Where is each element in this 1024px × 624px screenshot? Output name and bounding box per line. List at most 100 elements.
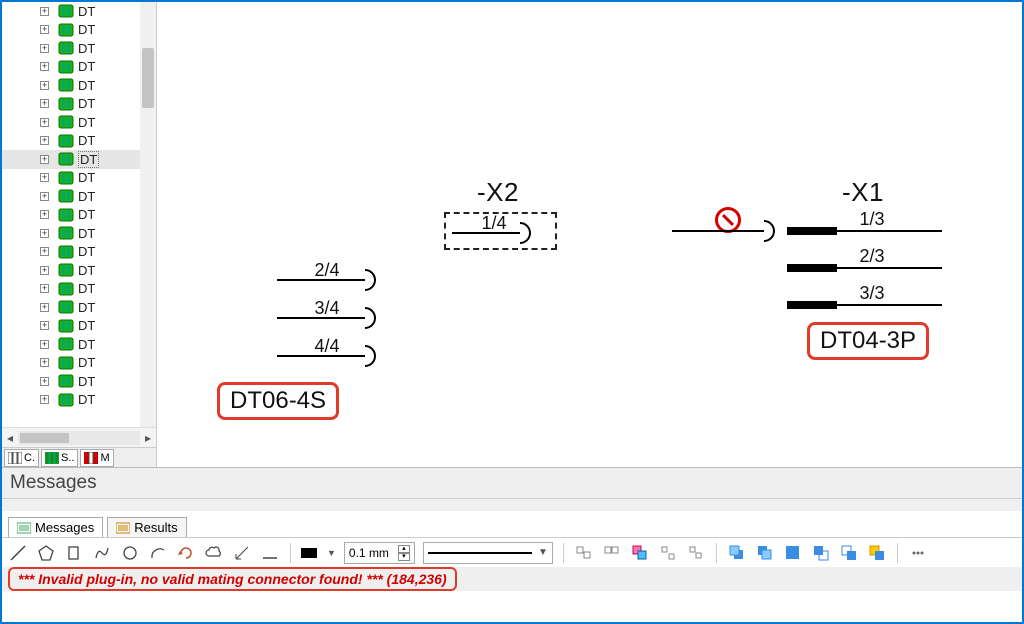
- align-tool-icon[interactable]: [686, 543, 706, 563]
- align-tool-icon[interactable]: [658, 543, 678, 563]
- tree-expander-icon[interactable]: +: [40, 136, 49, 145]
- rotate-tool-icon[interactable]: [176, 543, 196, 563]
- tree-expander-icon[interactable]: +: [40, 303, 49, 312]
- cloud-tool-icon[interactable]: [204, 543, 224, 563]
- spline-tool-icon[interactable]: [92, 543, 112, 563]
- tree-expander-icon[interactable]: +: [40, 118, 49, 127]
- tree-tab-label: S..: [61, 452, 74, 464]
- tree-expander-icon[interactable]: +: [40, 210, 49, 219]
- tab-messages[interactable]: Messages: [8, 517, 103, 537]
- tree-item[interactable]: + DT: [2, 95, 156, 114]
- tree-item[interactable]: + DT: [2, 21, 156, 40]
- tree-expander-icon[interactable]: +: [40, 247, 49, 256]
- line-width-value: 0.1 mm: [349, 546, 389, 560]
- tree-expander-icon[interactable]: +: [40, 173, 49, 182]
- connector-icon: [58, 78, 74, 92]
- tab-results[interactable]: Results: [107, 517, 186, 537]
- tree-tab-s[interactable]: S..: [41, 449, 78, 467]
- group-tool-icon[interactable]: [630, 543, 650, 563]
- tree-item[interactable]: +DT: [2, 113, 156, 132]
- tree-item-label: DT: [78, 96, 95, 111]
- circle-tool-icon[interactable]: [120, 543, 140, 563]
- connector-icon: [58, 374, 74, 388]
- tree-item-label: DT: [78, 41, 95, 56]
- tree-expander-icon[interactable]: +: [40, 229, 49, 238]
- tree-item[interactable]: +DT: [2, 187, 156, 206]
- scroll-right-arrow[interactable]: ▸: [140, 430, 156, 446]
- tree-vertical-scrollbar[interactable]: [140, 2, 156, 427]
- more-tools-icon[interactable]: [908, 543, 928, 563]
- connector-icon: [58, 337, 74, 351]
- send-back-icon[interactable]: [755, 543, 775, 563]
- tree-expander-icon[interactable]: +: [40, 192, 49, 201]
- tree-item[interactable]: +DT: [2, 354, 156, 373]
- connector-icon: [58, 60, 74, 74]
- tree-item[interactable]: + DT: [2, 2, 156, 21]
- tree-expander-icon[interactable]: +: [40, 44, 49, 53]
- line-width-input[interactable]: 0.1 mm ▴ ▾: [344, 542, 415, 564]
- tree-item[interactable]: +DT: [2, 206, 156, 225]
- dropdown-arrow-icon[interactable]: ▼: [327, 548, 336, 558]
- tree-tab-m[interactable]: M: [80, 449, 113, 467]
- order-tool-icon[interactable]: [839, 543, 859, 563]
- drawing-canvas[interactable]: -X2 1/4 2/4 3/4 4/4 DT06-4S -X1 1/3 2/3 …: [157, 2, 1022, 467]
- tree-expander-icon[interactable]: +: [40, 155, 49, 164]
- tree-item[interactable]: + DT: [2, 58, 156, 77]
- baseline-tool-icon[interactable]: [260, 543, 280, 563]
- tree-item[interactable]: +DT: [2, 224, 156, 243]
- tree-expander-icon[interactable]: +: [40, 377, 49, 386]
- chevron-down-icon: ▼: [538, 547, 548, 558]
- tree-item-label: DT: [78, 59, 95, 74]
- tree-item[interactable]: +DT: [2, 169, 156, 188]
- arc-tool-icon[interactable]: [148, 543, 168, 563]
- tree-item[interactable]: +DT: [2, 132, 156, 151]
- tree-item[interactable]: +DT: [2, 150, 156, 169]
- connector-icon: [58, 226, 74, 240]
- scroll-left-arrow[interactable]: ◂: [2, 430, 18, 446]
- bring-front-icon[interactable]: [727, 543, 747, 563]
- tree-horizontal-scrollbar[interactable]: ◂ ▸: [2, 427, 156, 447]
- spinner-up[interactable]: ▴: [398, 545, 410, 553]
- tree-list[interactable]: +DT+DT+DT+DT+DT+DT+DT+DT+DT+DT+DT+DT+DT+…: [2, 2, 156, 427]
- line-style-dropdown[interactable]: ▼: [423, 542, 553, 564]
- tree-expander-icon[interactable]: +: [40, 25, 49, 34]
- order-tool-icon[interactable]: [783, 543, 803, 563]
- tree-item[interactable]: +DT: [2, 317, 156, 336]
- tree-expander-icon[interactable]: +: [40, 266, 49, 275]
- tree-expander-icon[interactable]: +: [40, 284, 49, 293]
- tree-expander-icon[interactable]: +: [40, 81, 49, 90]
- tree-item[interactable]: +DT: [2, 391, 156, 410]
- polygon-tool-icon[interactable]: [36, 543, 56, 563]
- tree-item-label: DT: [78, 22, 95, 37]
- tree-item[interactable]: +DT: [2, 280, 156, 299]
- tree-expander-icon[interactable]: +: [40, 395, 49, 404]
- tree-expander-icon[interactable]: +: [40, 7, 49, 16]
- tree-item-label: DT: [78, 4, 95, 19]
- tree-expander-icon[interactable]: +: [40, 340, 49, 349]
- tree-expander-icon[interactable]: +: [40, 62, 49, 71]
- align-tool-icon[interactable]: [574, 543, 594, 563]
- tree-item[interactable]: +DT: [2, 372, 156, 391]
- line-tool-icon[interactable]: [8, 543, 28, 563]
- tree-item[interactable]: +DT: [2, 298, 156, 317]
- spinner-down[interactable]: ▾: [398, 553, 410, 561]
- tree-item[interactable]: +DT: [2, 243, 156, 262]
- scrollbar-thumb[interactable]: [20, 433, 69, 443]
- partnumber-left: DT06-4S: [217, 382, 339, 420]
- tree-item[interactable]: + DT: [2, 39, 156, 58]
- tree-item[interactable]: + DT: [2, 335, 156, 354]
- tree-item[interactable]: +DT: [2, 76, 156, 95]
- tree-tab-c[interactable]: C.: [4, 449, 39, 467]
- align-tool-icon[interactable]: [602, 543, 622, 563]
- color-swatch[interactable]: [301, 548, 317, 558]
- scrollbar-thumb[interactable]: [142, 48, 154, 108]
- tree-item-label: DT: [78, 337, 95, 352]
- tree-expander-icon[interactable]: +: [40, 358, 49, 367]
- dimension-tool-icon[interactable]: [232, 543, 252, 563]
- tree-item[interactable]: +DT: [2, 261, 156, 280]
- rectangle-tool-icon[interactable]: [64, 543, 84, 563]
- tree-expander-icon[interactable]: +: [40, 99, 49, 108]
- layers-tool-icon[interactable]: [867, 543, 887, 563]
- order-tool-icon[interactable]: [811, 543, 831, 563]
- tree-expander-icon[interactable]: +: [40, 321, 49, 330]
